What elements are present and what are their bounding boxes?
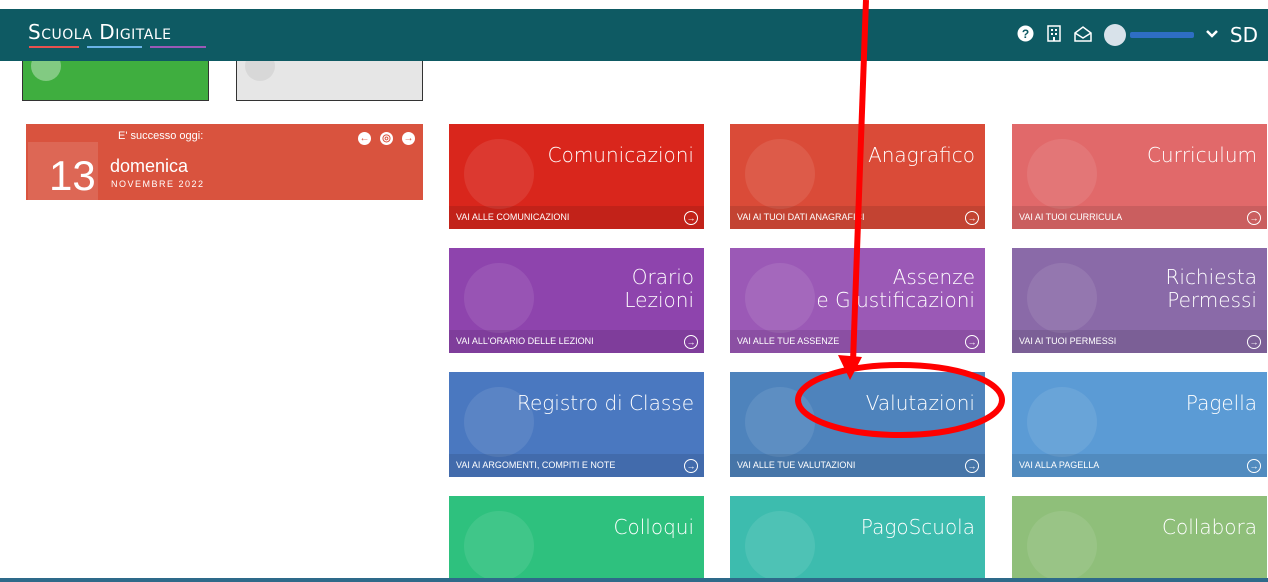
annotation-arrow	[850, 0, 869, 363]
annotation-overlay	[795, 0, 1005, 438]
annotation-ellipse	[795, 362, 1005, 438]
